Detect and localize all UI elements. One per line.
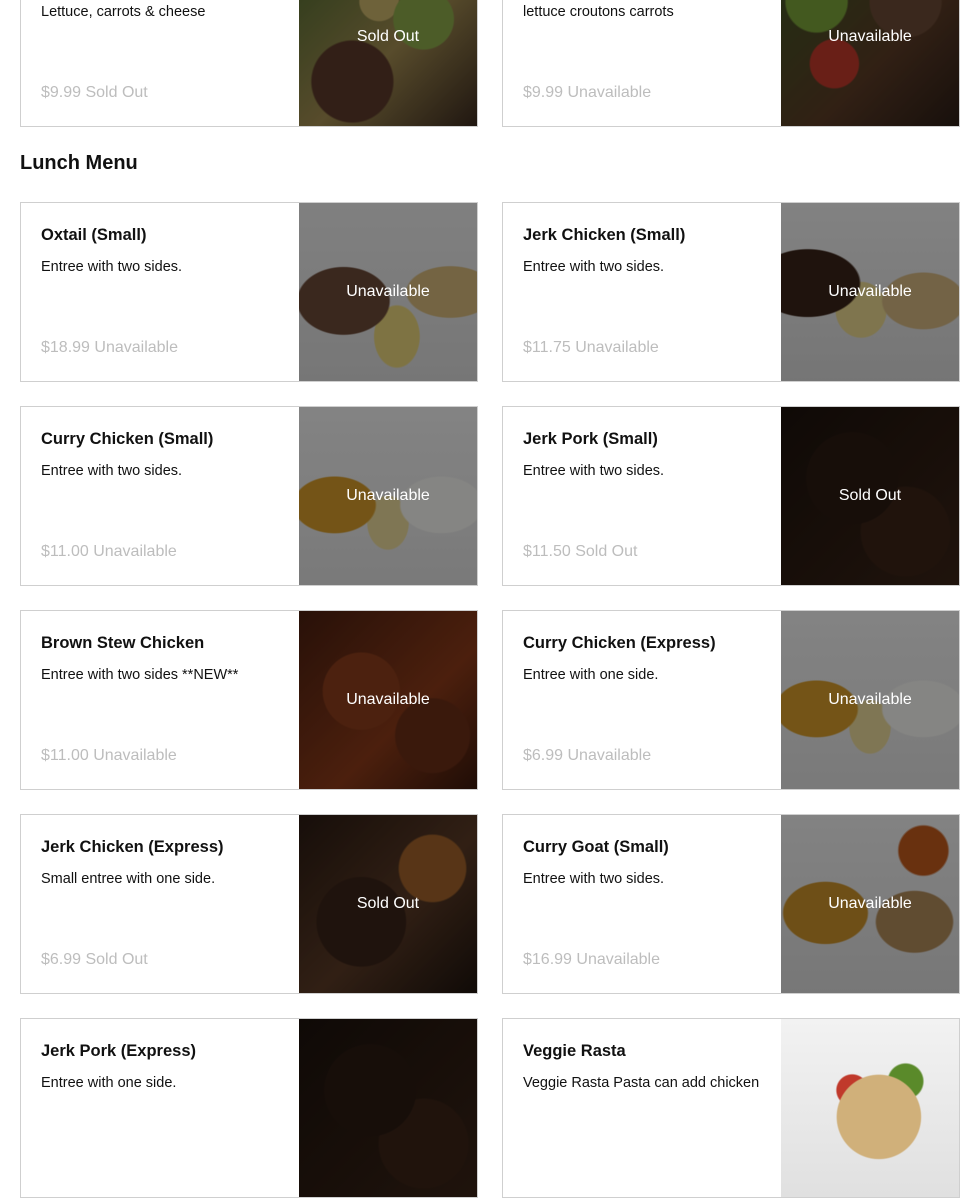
- item-name: Jerk Pork (Small): [523, 430, 658, 448]
- item-photo: Unavailable: [299, 203, 477, 381]
- item-description: Entree with two sides.: [523, 871, 665, 887]
- item-price: $9.99 Sold Out: [41, 84, 148, 101]
- menu-item-card[interactable]: Veggie Rasta Veggie Rasta Pasta can add …: [502, 1018, 960, 1198]
- item-price: $6.99 Unavailable: [523, 747, 652, 764]
- item-status-overlay: Unavailable: [346, 487, 430, 504]
- item-price: $18.99 Unavailable: [41, 339, 178, 356]
- item-status-overlay: Unavailable: [828, 895, 912, 912]
- menu-item-card[interactable]: Jerk Pork (Small) Entree with two sides.…: [502, 406, 960, 586]
- item-name: Brown Stew Chicken: [41, 634, 205, 652]
- item-photo: [781, 1019, 959, 1197]
- menu-item-card[interactable]: Curry Goat (Small) Entree with two sides…: [502, 814, 960, 994]
- menu-item-card[interactable]: Curry Chicken (Small) Entree with two si…: [20, 406, 478, 586]
- item-description: Small entree with one side.: [41, 871, 216, 887]
- menu-item-card[interactable]: Brown Stew Chicken Entree with two sides…: [20, 610, 478, 790]
- item-name: Jerk Chicken (Express): [41, 838, 224, 856]
- item-name: Curry Chicken (Small): [41, 430, 214, 448]
- item-status-overlay: Unavailable: [828, 283, 912, 300]
- item-photo: Sold Out: [299, 815, 477, 993]
- item-price: $11.50 Sold Out: [523, 543, 638, 560]
- item-status-overlay: Sold Out: [356, 28, 420, 45]
- menu-item-card[interactable]: Curry Chicken (Express) Entree with one …: [502, 610, 960, 790]
- item-status-overlay: Sold Out: [356, 895, 420, 912]
- item-status-overlay: Unavailable: [346, 283, 430, 300]
- item-photo: Unavailable: [781, 203, 959, 381]
- item-name: Jerk Chicken (Small): [523, 226, 686, 244]
- menu-item-card[interactable]: Jerk Pork (Express) Entree with one side…: [20, 1018, 478, 1198]
- item-name: Jerk Pork (Express): [41, 1042, 197, 1060]
- item-photo: Unavailable: [781, 0, 959, 126]
- item-photo: Unavailable: [299, 611, 477, 789]
- section-title: Lunch Menu: [20, 152, 138, 174]
- item-photo: Sold Out: [299, 0, 477, 126]
- item-description: Entree with two sides.: [523, 259, 665, 275]
- item-photo: Unavailable: [781, 611, 959, 789]
- item-price: $6.99 Sold Out: [41, 951, 148, 968]
- item-price: $9.99 Unavailable: [523, 84, 652, 101]
- item-description: Veggie Rasta Pasta can add chicken: [523, 1075, 760, 1091]
- item-price: $11.00 Unavailable: [41, 747, 177, 764]
- item-description: lettuce croutons carrots: [523, 4, 674, 20]
- item-price: $16.99 Unavailable: [523, 951, 660, 968]
- item-photo: [299, 1019, 477, 1197]
- item-status-overlay: Unavailable: [828, 691, 912, 708]
- item-price: $11.75 Unavailable: [523, 339, 659, 356]
- item-status-overlay: Unavailable: [346, 691, 430, 708]
- item-name: Oxtail (Small): [41, 226, 147, 244]
- item-description: Entree with two sides.: [523, 463, 665, 479]
- item-status-overlay: Sold Out: [838, 487, 902, 504]
- item-description: Entree with two sides.: [41, 259, 183, 275]
- item-name: Curry Goat (Small): [523, 838, 669, 856]
- item-description: Entree with two sides **NEW**: [41, 667, 239, 683]
- item-name: Veggie Rasta: [523, 1042, 626, 1060]
- item-photo: Unavailable: [299, 407, 477, 585]
- menu-item-card[interactable]: Jerk Chicken (Small) Entree with two sid…: [502, 202, 960, 382]
- menu-item-card[interactable]: Lettuce, carrots & cheese $9.99 Sold Out…: [20, 0, 478, 127]
- item-name: Curry Chicken (Express): [523, 634, 716, 652]
- menu-item-card[interactable]: Oxtail (Small) Entree with two sides. $1…: [20, 202, 478, 382]
- menu-item-card[interactable]: Jerk Chicken (Express) Small entree with…: [20, 814, 478, 994]
- item-description: Entree with one side.: [41, 1075, 177, 1091]
- item-status-overlay: Unavailable: [828, 28, 912, 45]
- item-price: $11.00 Unavailable: [41, 543, 177, 560]
- item-description: Entree with two sides.: [41, 463, 183, 479]
- menu-item-card[interactable]: lettuce croutons carrots $9.99 Unavailab…: [502, 0, 960, 127]
- item-description: Lettuce, carrots & cheese: [41, 4, 206, 20]
- item-description: Entree with one side.: [523, 667, 659, 683]
- item-photo: Unavailable: [781, 815, 959, 993]
- item-photo: Sold Out: [781, 407, 959, 585]
